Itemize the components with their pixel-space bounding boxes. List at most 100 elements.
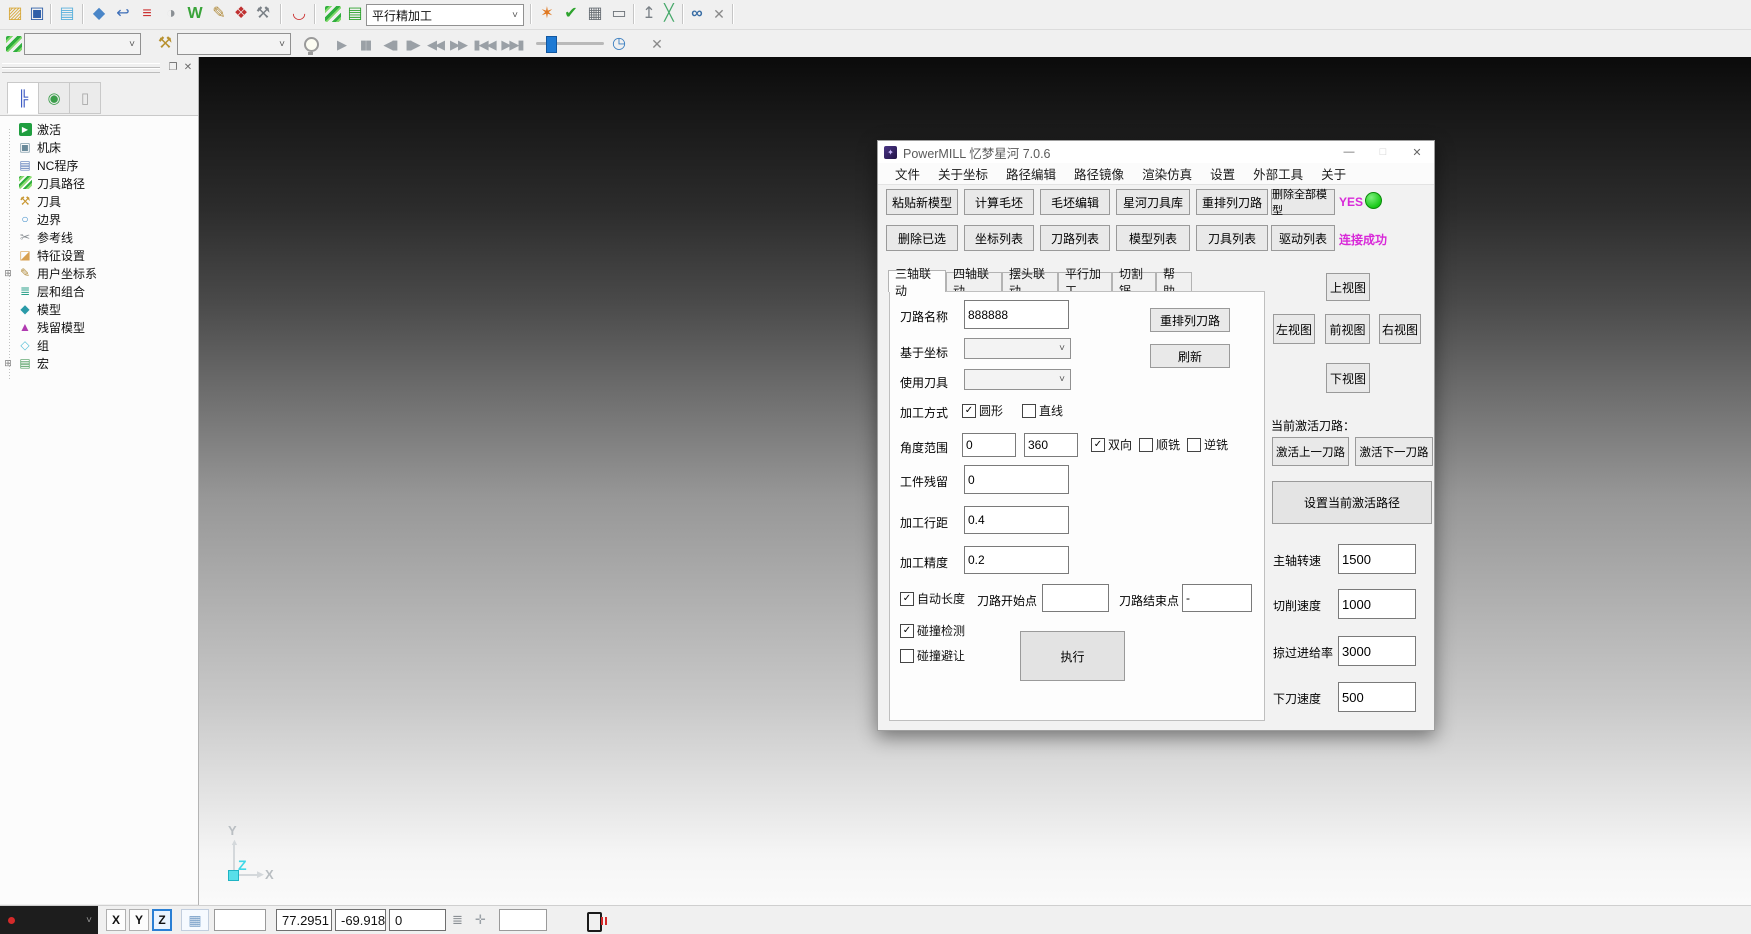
set-active-path-button[interactable]: 设置当前激活路径 [1272, 481, 1432, 524]
menu-about[interactable]: 关于 [1312, 164, 1355, 183]
rapid-moves-icon[interactable]: ≡ [136, 3, 158, 25]
panel-close-icon[interactable]: ✕ [181, 60, 195, 74]
menu-path-edit[interactable]: 路径编辑 [997, 164, 1065, 183]
mobile-pause-icon[interactable] [587, 912, 602, 932]
open-file-icon[interactable]: ▨ [4, 3, 26, 25]
tree-item-models[interactable]: ◆模型 [0, 300, 198, 318]
tree-item-levels[interactable]: ≣层和组合 [0, 282, 198, 300]
both-way-checkbox[interactable]: 双向 [1091, 436, 1132, 453]
close-button[interactable]: ✕ [1400, 142, 1434, 162]
lightbulb-icon[interactable] [300, 33, 322, 55]
tab-saw[interactable]: 切割锯 [1112, 272, 1156, 292]
verify-icon[interactable]: ✔ [560, 3, 582, 25]
tree-item-patterns[interactable]: ✂参考线 [0, 228, 198, 246]
go-to-end-button[interactable]: ▶▶▮ [498, 33, 526, 55]
menu-path-mirror[interactable]: 路径镜像 [1065, 164, 1133, 183]
tree-item-groups[interactable]: ◇组 [0, 336, 198, 354]
arc-tool-icon[interactable]: ◡ [288, 3, 310, 25]
menu-external-tools[interactable]: 外部工具 [1244, 164, 1312, 183]
coordinate-list-icon[interactable]: ≣ [452, 912, 463, 928]
tool-block-icon[interactable]: ⚒ [252, 3, 274, 25]
find-icon[interactable]: ∞ [686, 3, 708, 25]
circle-checkbox[interactable]: 圆形 [962, 402, 1003, 419]
tab-recycle-bin[interactable]: ▯ [69, 82, 101, 114]
conventional-mill-checkbox[interactable]: 逆铣 [1187, 436, 1228, 453]
clock-icon[interactable]: ◷ [608, 33, 630, 55]
coord-list-button[interactable]: 坐标列表 [964, 225, 1034, 251]
stepover-input[interactable] [964, 506, 1069, 534]
maximize-button[interactable]: □ [1366, 142, 1400, 162]
tab-explorer-tree[interactable]: ╠ [7, 82, 39, 114]
calc-stock-button[interactable]: 计算毛坯 [964, 189, 1034, 215]
tree-item-boundaries[interactable]: ○边界 [0, 210, 198, 228]
distance-input[interactable] [499, 909, 547, 931]
tool-combobox[interactable]: ˅ [177, 33, 291, 55]
simulation-speed-slider[interactable] [536, 42, 604, 45]
tree-item-nc-programs[interactable]: ▤NC程序 [0, 156, 198, 174]
tab-3axis[interactable]: 三轴联动 [888, 270, 946, 292]
step-back-button[interactable]: ◀▮ [379, 33, 401, 55]
axis-y-button[interactable]: Y [129, 909, 149, 931]
snap-value-input[interactable] [214, 909, 266, 931]
pause-button[interactable]: ▮▮ [354, 33, 376, 55]
tree-item-stock-models[interactable]: ▲残留模型 [0, 318, 198, 336]
execute-button[interactable]: 执行 [1020, 631, 1125, 681]
use-tool-combobox[interactable]: ˅ [964, 369, 1071, 390]
skim-feed-input[interactable] [1338, 636, 1416, 666]
angle-from-input[interactable] [962, 433, 1016, 457]
ball-tool-icon[interactable]: ◑ [160, 3, 182, 25]
calculator-icon[interactable]: ▦ [584, 3, 606, 25]
close-toolbar-icon[interactable]: ✕ [708, 3, 730, 25]
tool-list-button[interactable]: 刀具列表 [1196, 225, 1268, 251]
tab-tilt-head[interactable]: 摆头联动 [1002, 272, 1058, 292]
end-point-input[interactable] [1182, 584, 1252, 612]
base-coord-combobox[interactable]: ˅ [964, 338, 1071, 359]
points-icon[interactable]: ❖ [230, 3, 252, 25]
expand-icon[interactable]: ⊞ [0, 268, 16, 279]
toolpath-combobox[interactable]: ˅ [24, 33, 141, 55]
cutting-feed-input[interactable] [1338, 589, 1416, 619]
climb-mill-checkbox[interactable]: 顺铣 [1139, 436, 1180, 453]
menu-settings[interactable]: 设置 [1201, 164, 1244, 183]
tree-item-machine[interactable]: ▣机床 [0, 138, 198, 156]
refresh-button[interactable]: 刷新 [1150, 344, 1230, 368]
tolerance-input[interactable] [964, 546, 1069, 574]
rearrange-button[interactable]: 重排列刀路 [1150, 308, 1230, 332]
strategy-form-icon[interactable]: ▤ [344, 3, 366, 25]
expand-icon[interactable]: ⊞ [0, 358, 16, 369]
tree-item-feature-sets[interactable]: ◪特征设置 [0, 246, 198, 264]
view-left-button[interactable]: 左视图 [1273, 314, 1315, 344]
view-right-button[interactable]: 右视图 [1379, 314, 1421, 344]
edit-path-icon[interactable]: ✎ [208, 3, 230, 25]
pattern-w-icon[interactable]: W [184, 3, 206, 25]
star-tool-icon[interactable]: ✶ [536, 3, 558, 25]
auto-length-checkbox[interactable]: 自动长度 [900, 590, 965, 607]
save-icon[interactable]: ▣ [26, 3, 48, 25]
toolpath-return-icon[interactable]: ↩ [112, 3, 134, 25]
powermill-logo-icon[interactable] [322, 3, 344, 25]
menu-coords[interactable]: 关于坐标 [929, 164, 997, 183]
view-bottom-button[interactable]: 下视图 [1326, 363, 1370, 393]
menu-render-sim[interactable]: 渲染仿真 [1133, 164, 1201, 183]
print-icon[interactable]: ▤ [56, 3, 78, 25]
fast-forward-button[interactable]: ▶▶ [447, 33, 469, 55]
panel-grip[interactable] [2, 68, 160, 73]
minimize-button[interactable]: — [1332, 142, 1366, 162]
step-forward-button[interactable]: ▮▶ [401, 33, 423, 55]
tab-4axis[interactable]: 四轴联动 [946, 272, 1002, 292]
angle-to-input[interactable] [1024, 433, 1078, 457]
toolpath-list-button[interactable]: 刀路列表 [1040, 225, 1110, 251]
delete-selected-button[interactable]: 删除已选 [886, 225, 958, 251]
plunge-feed-input[interactable] [1338, 682, 1416, 712]
activate-next-toolpath-button[interactable]: 激活下一刀路 [1355, 437, 1433, 466]
tree-item-active[interactable]: ▶激活 [0, 120, 198, 138]
activate-prev-toolpath-button[interactable]: 激活上一刀路 [1272, 437, 1349, 466]
panel-restore-icon[interactable]: ❐ [166, 60, 180, 74]
model-list-button[interactable]: 模型列表 [1116, 225, 1190, 251]
stock-allowance-input[interactable] [964, 465, 1069, 494]
rewind-button[interactable]: ◀◀ [424, 33, 446, 55]
tree-item-toolpaths[interactable]: 刀具路径 [0, 174, 198, 192]
grid-toggle-button[interactable]: ▦ [181, 909, 209, 931]
stock-edit-button[interactable]: 毛坯编辑 [1040, 189, 1110, 215]
menu-file[interactable]: 文件 [886, 164, 929, 183]
